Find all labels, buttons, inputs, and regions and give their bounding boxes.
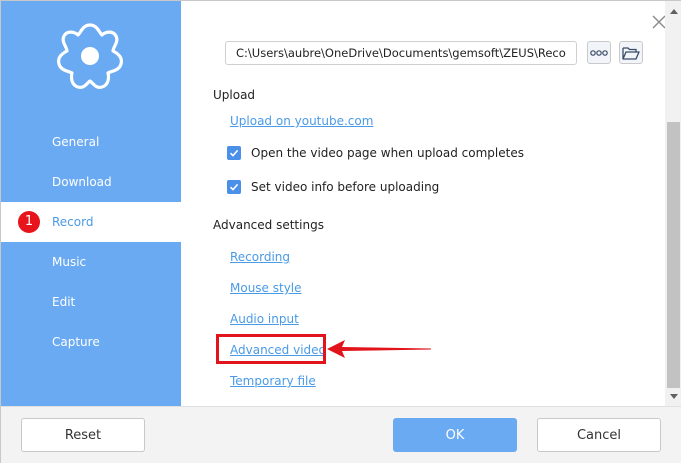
more-options-button[interactable] xyxy=(587,41,611,64)
video-info-checkbox-row[interactable]: Set video info before uploading xyxy=(227,180,439,194)
recording-link[interactable]: Recording xyxy=(230,250,290,264)
step-badge: 1 xyxy=(18,211,40,233)
sidebar-item-label: Record xyxy=(52,215,94,229)
annotation-highlight-box xyxy=(216,334,326,364)
ok-button[interactable]: OK xyxy=(393,418,517,452)
sidebar-item-record[interactable]: 1 Record xyxy=(1,202,181,242)
settings-content: Upload Upload on youtube.com Open the vi… xyxy=(181,1,665,406)
vertical-scrollbar[interactable] xyxy=(665,1,681,406)
annotation-arrow-icon xyxy=(327,340,431,358)
sidebar-nav: General Download 1 Record Music Edit Cap… xyxy=(1,122,181,362)
more-icon xyxy=(590,49,608,56)
upload-section-title: Upload xyxy=(213,88,256,102)
video-info-checkbox[interactable] xyxy=(227,180,241,194)
upload-youtube-link[interactable]: Upload on youtube.com xyxy=(230,114,373,128)
checkmark-icon xyxy=(229,149,239,157)
dialog-footer: Reset OK Cancel xyxy=(1,406,681,463)
open-page-checkbox-label: Open the video page when upload complete… xyxy=(251,146,524,160)
cancel-button[interactable]: Cancel xyxy=(537,418,661,452)
open-page-checkbox-row[interactable]: Open the video page when upload complete… xyxy=(227,146,524,160)
checkmark-icon xyxy=(229,183,239,191)
sidebar-item-label: Music xyxy=(52,255,87,269)
sidebar: General Download 1 Record Music Edit Cap… xyxy=(1,1,181,406)
sidebar-item-music[interactable]: Music xyxy=(1,242,181,282)
flower-gear-icon xyxy=(57,23,123,89)
mouse-style-link[interactable]: Mouse style xyxy=(230,281,302,295)
scrollbar-thumb[interactable] xyxy=(667,122,680,388)
open-page-checkbox[interactable] xyxy=(227,146,241,160)
sidebar-item-edit[interactable]: Edit xyxy=(1,282,181,322)
audio-input-link[interactable]: Audio input xyxy=(230,312,299,326)
folder-icon xyxy=(622,46,640,60)
sidebar-item-download[interactable]: Download xyxy=(1,162,181,202)
sidebar-item-label: Edit xyxy=(52,295,76,309)
sidebar-item-label: Download xyxy=(52,175,112,189)
advanced-settings-title: Advanced settings xyxy=(213,218,324,232)
sidebar-item-label: Capture xyxy=(52,335,100,349)
sidebar-item-general[interactable]: General xyxy=(1,122,181,162)
settings-dialog: General Download 1 Record Music Edit Cap… xyxy=(0,0,681,463)
sidebar-item-capture[interactable]: Capture xyxy=(1,322,181,362)
open-folder-button[interactable] xyxy=(619,41,643,64)
scroll-up-arrow-icon[interactable] xyxy=(665,3,681,20)
video-info-checkbox-label: Set video info before uploading xyxy=(251,180,440,194)
reset-button[interactable]: Reset xyxy=(21,418,145,452)
scroll-down-arrow-icon[interactable] xyxy=(665,388,681,405)
save-path-input[interactable] xyxy=(225,41,577,65)
sidebar-item-label: General xyxy=(52,135,100,149)
temporary-file-link[interactable]: Temporary file xyxy=(230,374,316,388)
